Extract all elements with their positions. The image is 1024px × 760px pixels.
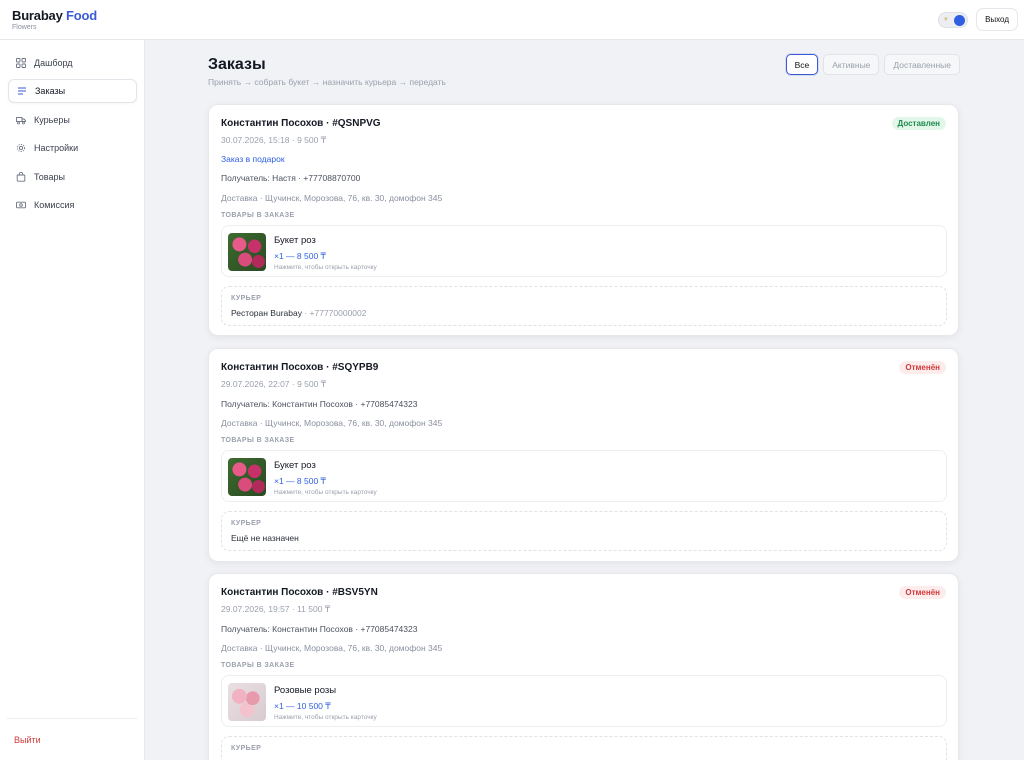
item-name: Розовые розы xyxy=(274,685,337,696)
order-meta: 30.07.2026, 15:18 · 9 500 ₸ xyxy=(221,135,327,145)
top-bar: Burabay Food Flowers ☀ Выход xyxy=(0,0,1024,40)
order-item[interactable]: Розовые розы ×1 — 10 500 ₸ Нажмите, чтоб… xyxy=(221,675,947,727)
dashboard-icon xyxy=(16,58,26,68)
gift-order-link[interactable]: Заказ в подарок xyxy=(221,154,285,164)
item-price: ×1 — 8 500 ₸ xyxy=(274,476,326,486)
order-meta: 29.07.2026, 19:57 · 11 500 ₸ xyxy=(221,604,331,614)
courier-phone: · +77770000002 xyxy=(301,308,367,318)
order-recipient: Получатель: Константин Посохов · +770854… xyxy=(221,399,418,409)
filter-active[interactable]: Активные xyxy=(823,54,880,75)
item-hint: Нажмите, чтобы открыть карточку xyxy=(274,714,377,721)
sun-icon: ☀ xyxy=(943,16,949,23)
theme-toggle[interactable]: ☀ xyxy=(938,11,969,28)
status-badge: Отменён xyxy=(899,361,946,374)
sidebar-item-label: Товары xyxy=(34,172,65,182)
page-subtitle: Принять → собрать букет → назначить курь… xyxy=(208,77,446,87)
items-section-label: ТОВАРЫ В ЗАКАЗЕ xyxy=(221,212,295,219)
courier-box: КУРЬЕР Ещё не назначен xyxy=(221,511,947,551)
status-badge: Отменён xyxy=(899,586,946,599)
sidebar-item-dashboard[interactable]: Дашборд xyxy=(8,51,137,75)
order-title: Константин Посохов · #BSV5YN xyxy=(221,587,378,598)
list-icon xyxy=(17,86,27,96)
logout-button[interactable]: Выход xyxy=(976,8,1018,31)
filter-tabs: Все Активные Доставленные xyxy=(785,54,960,75)
sidebar-item-label: Заказы xyxy=(35,86,66,96)
sidebar-item-label: Курьеры xyxy=(34,115,70,125)
product-image xyxy=(228,458,266,496)
top-actions: ☀ Выход xyxy=(938,8,1018,31)
sidebar-item-label: Дашборд xyxy=(34,58,73,68)
sidebar-divider xyxy=(7,718,137,719)
sidebar-exit-link[interactable]: Выйти xyxy=(14,735,41,745)
sidebar-item-settings[interactable]: Настройки xyxy=(8,136,137,160)
courier-value: Ещё не назначен xyxy=(231,533,299,543)
sidebar-item-products[interactable]: Товары xyxy=(8,165,137,189)
item-name: Букет роз xyxy=(274,235,316,246)
item-price: ×1 — 8 500 ₸ xyxy=(274,251,326,261)
order-card[interactable]: Константин Посохов · #QSNPVG Доставлен 3… xyxy=(208,104,959,336)
item-price: ×1 — 10 500 ₸ xyxy=(274,701,331,711)
toggle-knob xyxy=(954,14,966,26)
bag-icon xyxy=(16,172,26,182)
brand-name-part2: Food xyxy=(66,7,98,23)
cash-icon xyxy=(16,200,26,210)
order-title: Константин Посохов · #SQYPB9 xyxy=(221,362,379,373)
item-name: Букет роз xyxy=(274,460,316,471)
sidebar: Дашборд Заказы Курьеры Настройки Товары … xyxy=(0,40,145,760)
sidebar-item-label: Настройки xyxy=(34,143,79,153)
item-hint: Нажмите, чтобы открыть карточку xyxy=(274,489,377,496)
sidebar-item-commission[interactable]: Комиссия xyxy=(8,193,137,217)
order-recipient: Получатель: Константин Посохов · +770854… xyxy=(221,624,418,634)
gear-icon xyxy=(16,143,26,153)
order-item[interactable]: Букет роз ×1 — 8 500 ₸ Нажмите, чтобы от… xyxy=(221,450,947,502)
courier-label: КУРЬЕР xyxy=(231,295,262,302)
courier-label: КУРЬЕР xyxy=(231,520,262,527)
filter-delivered[interactable]: Доставленные xyxy=(884,54,960,75)
order-delivery: Доставка · Щучинск, Морозова, 76, кв. 30… xyxy=(221,643,443,653)
order-delivery: Доставка · Щучинск, Морозова, 76, кв. 30… xyxy=(221,418,443,428)
order-card[interactable]: Константин Посохов · #SQYPB9 Отменён 29.… xyxy=(208,348,959,562)
courier-box: КУРЬЕР xyxy=(221,736,947,760)
filter-all[interactable]: Все xyxy=(785,54,819,75)
order-delivery: Доставка · Щучинск, Морозова, 76, кв. 30… xyxy=(221,193,443,203)
brand-title: Burabay Food xyxy=(12,9,97,22)
courier-value: Ресторан Burabay · +77770000002 xyxy=(231,308,367,318)
main-content[interactable]: Заказы Принять → собрать букет → назначи… xyxy=(145,40,1024,760)
order-recipient: Получатель: Настя · +77708870700 xyxy=(221,173,361,183)
product-image xyxy=(228,233,266,271)
order-item[interactable]: Букет роз ×1 — 8 500 ₸ Нажмите, чтобы от… xyxy=(221,225,947,277)
courier-label: КУРЬЕР xyxy=(231,745,262,752)
item-hint: Нажмите, чтобы открыть карточку xyxy=(274,264,377,271)
brand-name-part1: Burabay xyxy=(12,7,63,23)
items-section-label: ТОВАРЫ В ЗАКАЗЕ xyxy=(221,437,295,444)
order-card[interactable]: Константин Посохов · #BSV5YN Отменён 29.… xyxy=(208,573,959,760)
courier-box: КУРЬЕР Ресторан Burabay · +77770000002 xyxy=(221,286,947,326)
status-badge: Доставлен xyxy=(891,117,946,130)
truck-icon xyxy=(16,115,26,125)
brand-logo[interactable]: Burabay Food Flowers xyxy=(12,9,97,31)
order-meta: 29.07.2026, 22:07 · 9 500 ₸ xyxy=(221,379,327,389)
sidebar-item-orders[interactable]: Заказы xyxy=(8,79,137,103)
items-section-label: ТОВАРЫ В ЗАКАЗЕ xyxy=(221,662,295,669)
order-title: Константин Посохов · #QSNPVG xyxy=(221,118,381,129)
brand-subtitle: Flowers xyxy=(12,23,37,31)
courier-name: Ресторан Burabay xyxy=(231,308,302,318)
page-title: Заказы xyxy=(208,56,266,73)
sidebar-item-couriers[interactable]: Курьеры xyxy=(8,108,137,132)
product-image xyxy=(228,683,266,721)
sidebar-item-label: Комиссия xyxy=(34,200,75,210)
